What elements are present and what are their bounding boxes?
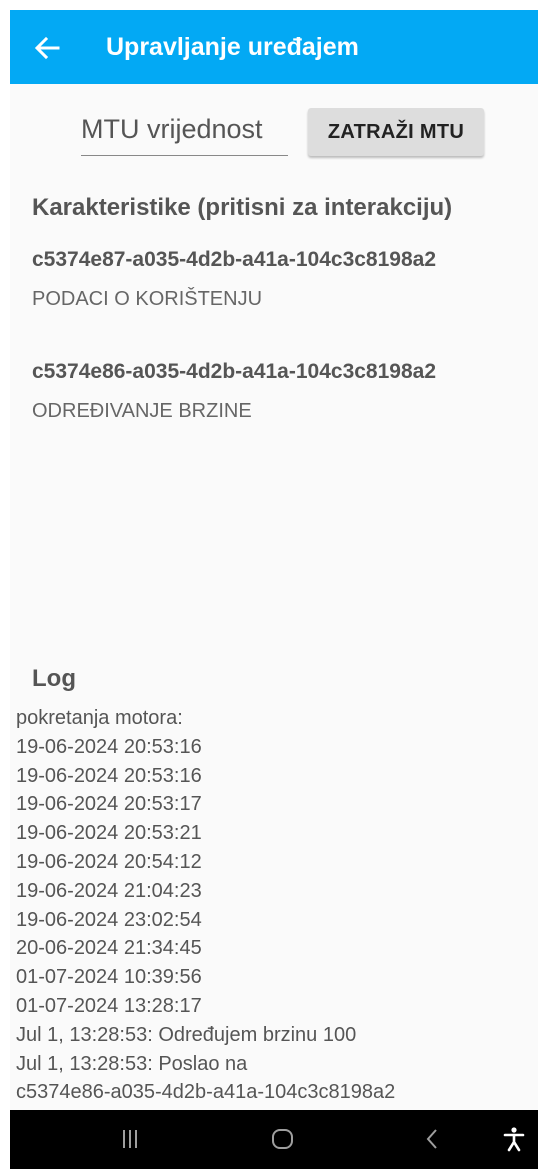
log-line: 19-06-2024 20:54:12: [16, 850, 202, 873]
back-icon: [426, 1129, 437, 1149]
characteristic-name: PODACI O KORIŠTENJU: [32, 288, 263, 310]
characteristic-name: ODREĐIVANJE BRZINE: [32, 400, 252, 422]
log-line: 19-06-2024 20:53:16: [16, 735, 202, 758]
accessibility-button[interactable]: [490, 1110, 538, 1169]
characteristics-list: c5374e87-a035-4d2b-a41a-104c3c8198a2 POD…: [32, 248, 532, 472]
log-line: 19-06-2024 23:02:54: [16, 908, 202, 931]
back-nav-button[interactable]: [403, 1110, 463, 1169]
mtu-input-placeholder: MTU vrijednost: [81, 114, 263, 144]
characteristic-uuid: c5374e87-a035-4d2b-a41a-104c3c8198a2: [32, 248, 437, 271]
mtu-input-underline: [81, 155, 288, 156]
log-line: pokretanja motora:: [16, 707, 183, 729]
screen: Upravljanje uređajem MTU vrijednost ZATR…: [10, 10, 538, 1169]
app-bar: Upravljanje uređajem: [10, 10, 538, 84]
log-line: 19-06-2024 20:53:21: [16, 822, 202, 845]
log-line: 01-07-2024 10:39:56: [16, 966, 202, 989]
characteristics-title: Karakteristike (pritisni za interakciju): [32, 194, 453, 221]
log-line: 19-06-2024 21:04:23: [16, 879, 202, 902]
log-line: Jul 1, 13:28:53: Određujem brzinu 100: [16, 1023, 357, 1046]
recent-apps-button[interactable]: [100, 1110, 160, 1169]
log-line: 20-06-2024 21:34:45: [16, 937, 202, 960]
characteristic-item-usage-data[interactable]: c5374e87-a035-4d2b-a41a-104c3c8198a2 POD…: [32, 248, 532, 360]
mtu-input[interactable]: MTU vrijednost: [81, 110, 288, 156]
page-title: Upravljanje uređajem: [106, 33, 359, 61]
log-line: Jul 1, 13:28:53: Poslao na: [16, 1052, 248, 1075]
log-title: Log: [32, 665, 76, 692]
accessibility-icon: [503, 1127, 525, 1152]
request-mtu-button[interactable]: ZATRAŽI MTU: [308, 108, 484, 156]
back-button[interactable]: [28, 28, 68, 68]
home-icon: [272, 1129, 293, 1149]
arrow-left-icon: [34, 36, 60, 60]
characteristic-item-speed-setting[interactable]: c5374e86-a035-4d2b-a41a-104c3c8198a2 ODR…: [32, 360, 532, 472]
log-text: pokretanja motora: 19-06-2024 20:53:16 1…: [16, 704, 532, 1107]
home-button[interactable]: [253, 1110, 313, 1169]
log-line: 01-07-2024 13:28:17: [16, 994, 202, 1017]
log-line: c5374e86-a035-4d2b-a41a-104c3c8198a2: [16, 1081, 396, 1104]
recent-apps-icon: [123, 1130, 137, 1148]
characteristic-uuid: c5374e86-a035-4d2b-a41a-104c3c8198a2: [32, 360, 437, 383]
log-line: 19-06-2024 20:53:16: [16, 764, 202, 787]
log-line: 19-06-2024 20:53:17: [16, 793, 202, 816]
system-navigation-bar: [10, 1110, 538, 1169]
